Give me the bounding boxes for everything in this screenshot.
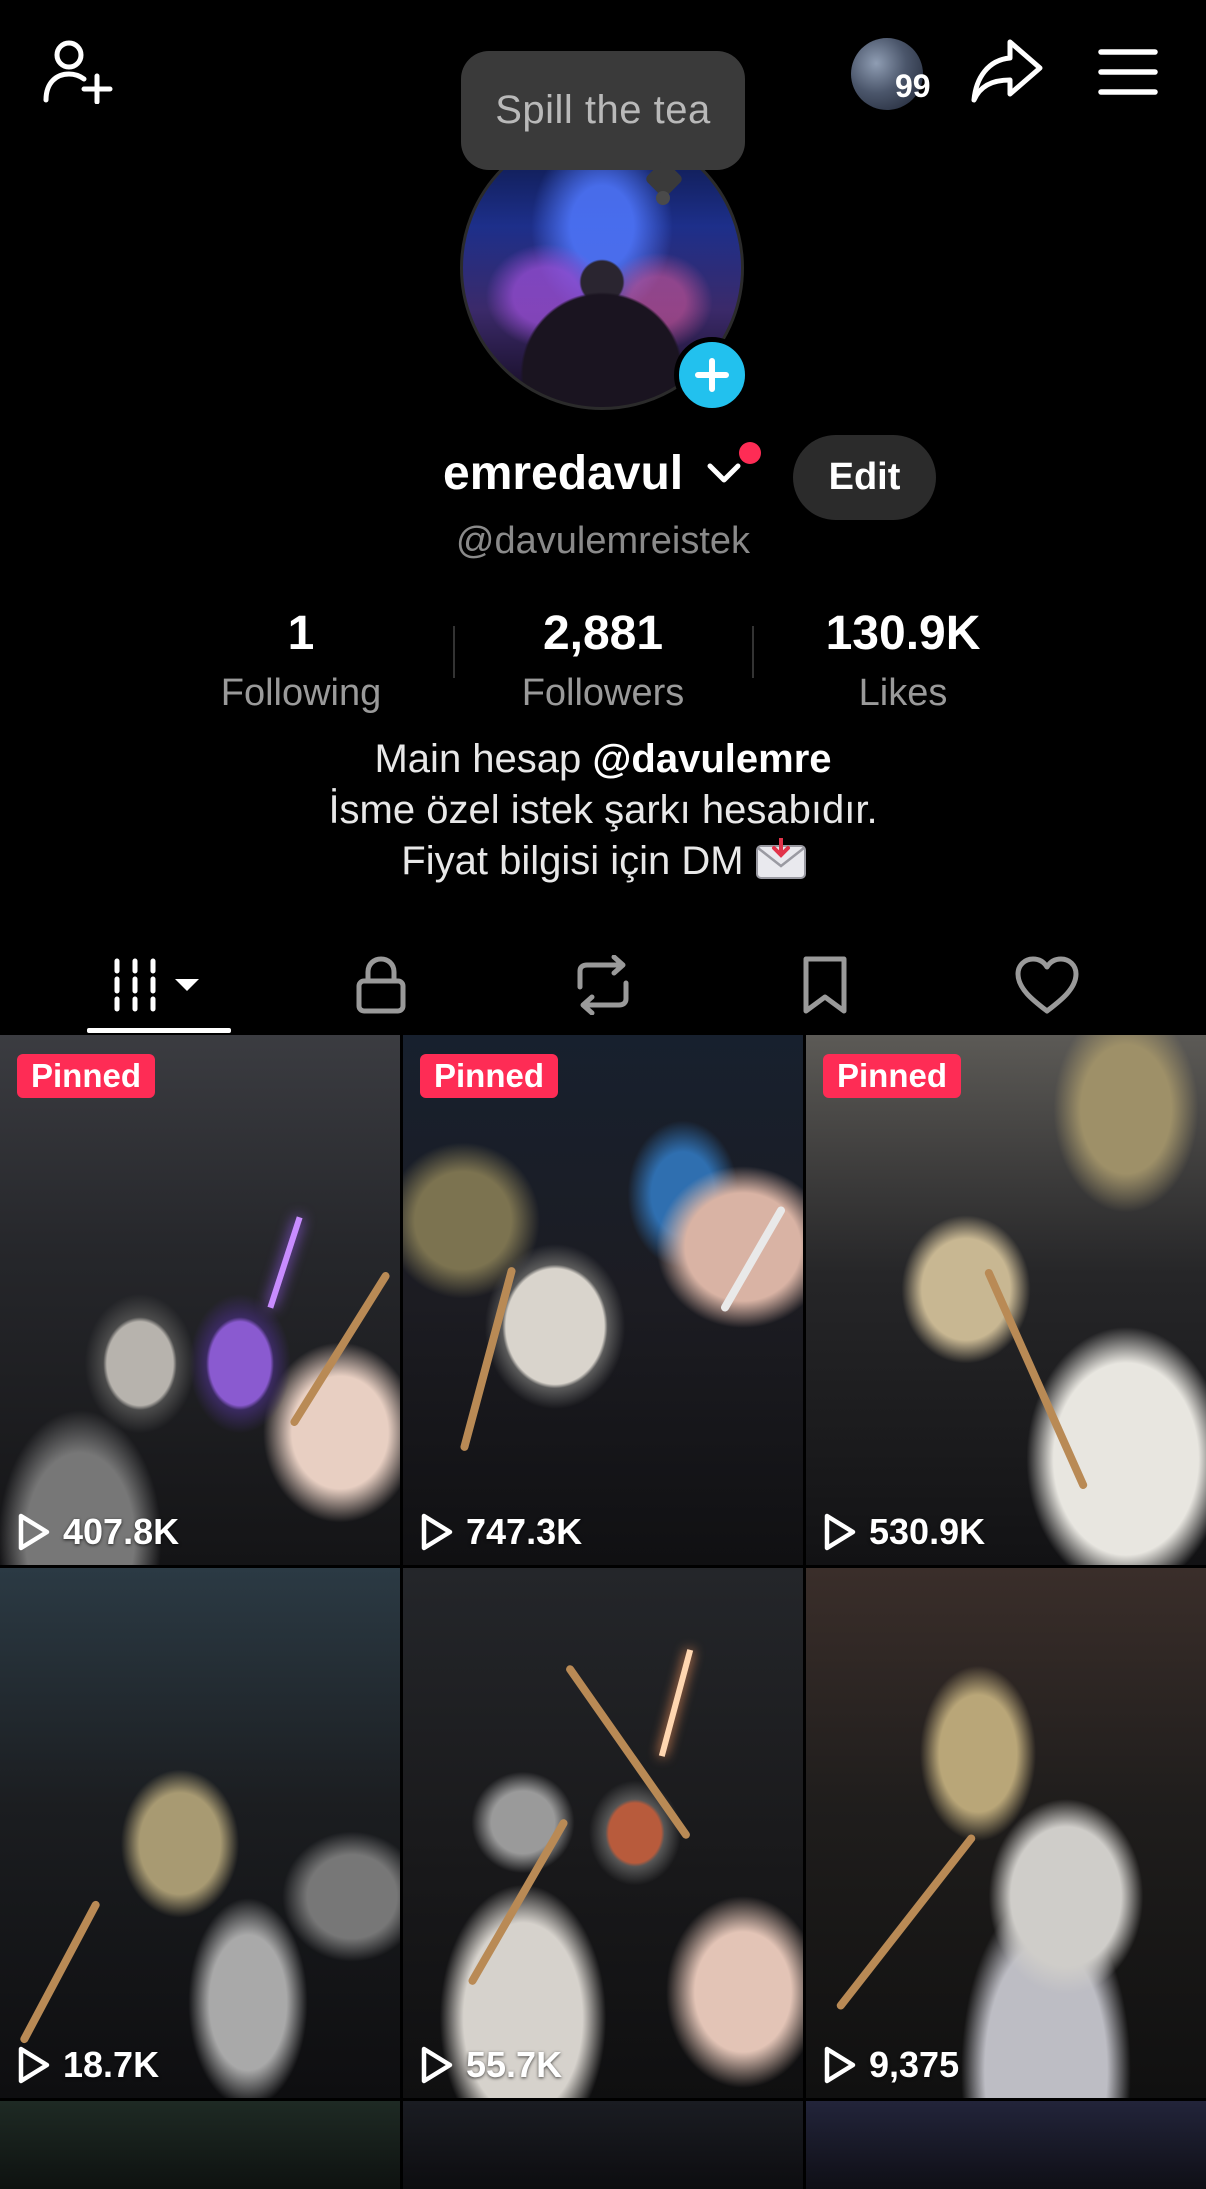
grid-icon — [111, 957, 207, 1013]
stat-divider — [453, 626, 455, 678]
tooltip-bubble[interactable]: Spill the tea — [461, 51, 745, 170]
bio-text: Fiyat bilgisi için DM — [401, 839, 744, 883]
view-count: 407.8K — [17, 1511, 179, 1553]
tab-private[interactable] — [301, 935, 461, 1035]
view-count: 747.3K — [420, 1511, 582, 1553]
followers-label: Followers — [521, 672, 685, 714]
video-thumbnail[interactable]: Pinned 407.8K — [0, 1035, 400, 1565]
video-thumbnail[interactable] — [403, 2101, 803, 2189]
bio-mention-link[interactable]: @davulemre — [592, 737, 831, 781]
stat-divider — [752, 626, 754, 678]
repost-icon — [570, 955, 636, 1015]
tab-videos[interactable] — [79, 935, 239, 1035]
tooltip-dot — [656, 191, 670, 205]
pinned-badge: Pinned — [823, 1054, 962, 1098]
envelope-icon — [755, 836, 806, 879]
bio-text: İsme özel istek şarkı hesabıdır. — [328, 788, 878, 832]
video-thumbnail[interactable]: Pinned 530.9K — [806, 1035, 1206, 1565]
edit-profile-button[interactable]: Edit — [793, 435, 936, 520]
add-friend-icon[interactable] — [42, 38, 114, 104]
video-thumbnail[interactable]: 18.7K — [0, 1568, 400, 2098]
profile-tabs — [0, 935, 1206, 1035]
tab-favorites[interactable] — [745, 935, 905, 1035]
view-count-text: 55.7K — [466, 2044, 563, 2085]
likes-label: Likes — [858, 672, 948, 714]
stat-followers[interactable]: 2,881 Followers — [473, 610, 733, 715]
following-label: Following — [220, 672, 382, 714]
view-count-text: 9,375 — [869, 2044, 960, 2085]
video-thumbnail[interactable]: Pinned 747.3K — [403, 1035, 803, 1565]
video-thumbnail[interactable]: 55.7K — [403, 1568, 803, 2098]
play-icon — [420, 1512, 466, 1552]
view-count-text: 407.8K — [63, 1511, 180, 1552]
bookmark-icon — [800, 955, 850, 1015]
view-count-text: 18.7K — [63, 2044, 160, 2085]
lock-icon — [353, 955, 409, 1015]
play-icon — [17, 1512, 63, 1552]
display-name[interactable]: emredavul — [443, 446, 683, 501]
notification-dot — [739, 442, 761, 464]
pinned-badge: Pinned — [17, 1054, 156, 1098]
view-count-text: 747.3K — [466, 1511, 583, 1552]
active-tab-indicator — [87, 1028, 231, 1033]
tab-reposts[interactable] — [523, 935, 683, 1035]
menu-icon[interactable] — [1098, 48, 1158, 96]
view-count-text: 530.9K — [869, 1511, 986, 1552]
add-story-button[interactable] — [674, 337, 750, 413]
notification-badge: 99 — [895, 68, 931, 104]
play-icon — [823, 2045, 869, 2085]
play-icon — [823, 1512, 869, 1552]
profile-handle: @davulemreistek — [455, 520, 751, 562]
chevron-down-icon[interactable] — [707, 462, 741, 484]
share-icon[interactable] — [970, 38, 1044, 104]
profile-bio: Main hesap @davulemre İsme özel istek şa… — [0, 734, 1206, 887]
view-count: 530.9K — [823, 1511, 985, 1553]
followers-count: 2,881 — [542, 607, 664, 660]
video-thumbnail[interactable] — [0, 2101, 400, 2189]
likes-count: 130.9K — [825, 607, 981, 660]
bio-text: Main hesap — [374, 737, 593, 781]
following-count: 1 — [287, 607, 315, 660]
stat-likes[interactable]: 130.9K Likes — [773, 610, 1033, 715]
play-icon — [17, 2045, 63, 2085]
video-thumbnail[interactable] — [806, 2101, 1206, 2189]
video-thumbnail[interactable]: 9,375 — [806, 1568, 1206, 2098]
play-icon — [420, 2045, 466, 2085]
stat-following[interactable]: 1 Following — [171, 610, 431, 715]
tab-liked[interactable] — [967, 935, 1127, 1035]
view-count: 9,375 — [823, 2044, 959, 2086]
pinned-badge: Pinned — [420, 1054, 559, 1098]
view-count: 55.7K — [420, 2044, 562, 2086]
plus-icon — [694, 357, 730, 393]
heart-icon — [1014, 955, 1080, 1015]
view-count: 18.7K — [17, 2044, 159, 2086]
